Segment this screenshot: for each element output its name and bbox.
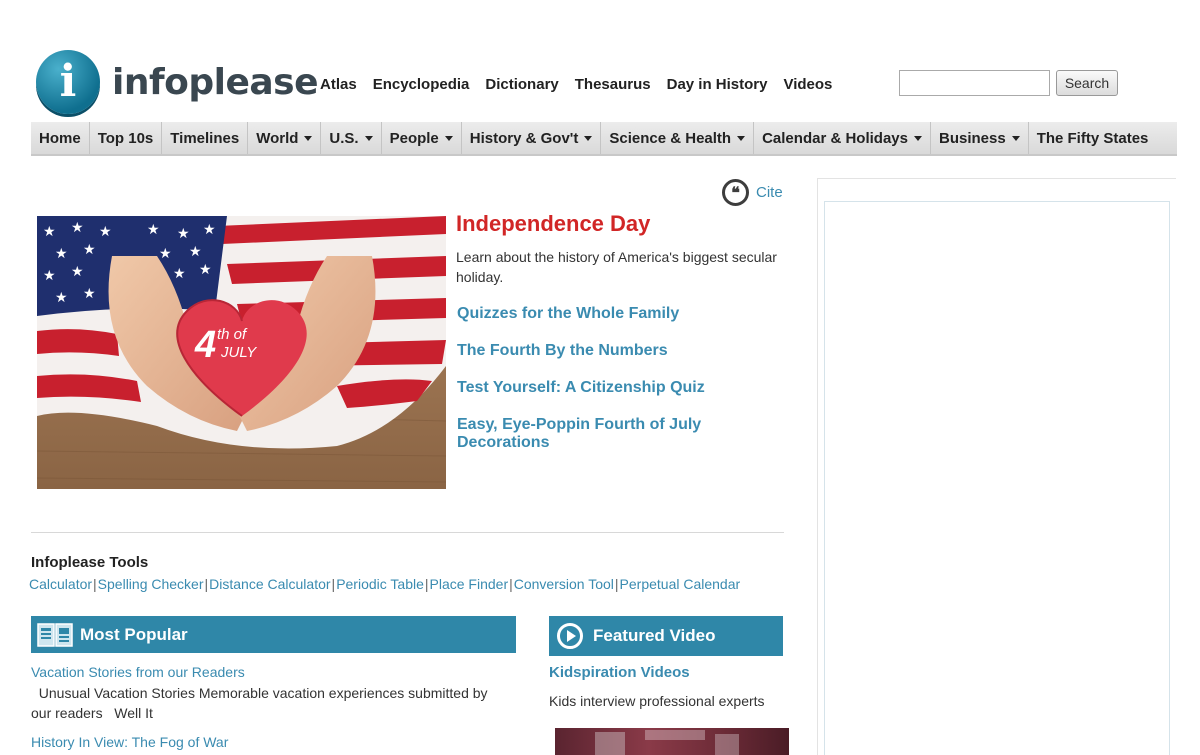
- video-title-link[interactable]: Kidspiration Videos: [549, 664, 690, 681]
- feature-link-decorations[interactable]: Easy, Eye-Poppin Fourth of July Decorati…: [457, 416, 727, 452]
- cite-button[interactable]: ❝ Cite: [722, 179, 783, 206]
- main-nav: Home Top 10s Timelines World U.S. People…: [31, 122, 1177, 156]
- svg-text:★: ★: [189, 244, 202, 260]
- tools-links: Calculator | Spelling Checker | Distance C…: [29, 576, 741, 592]
- caret-down-icon: [364, 135, 373, 141]
- nav-calendar-holidays[interactable]: Calendar & Holidays: [754, 122, 931, 154]
- caret-down-icon: [304, 135, 313, 141]
- svg-text:★: ★: [71, 220, 84, 236]
- tool-perpetual-calendar[interactable]: Perpetual Calendar: [620, 576, 741, 592]
- svg-text:★: ★: [177, 226, 190, 242]
- cite-label: Cite: [756, 184, 783, 201]
- nav-home[interactable]: Home: [31, 122, 90, 154]
- popular-description: Unusual Vacation Stories Memorable vacat…: [31, 685, 492, 721]
- nav-world[interactable]: World: [248, 122, 322, 154]
- nav-science-health[interactable]: Science & Health: [601, 122, 755, 154]
- tool-conversion-tool[interactable]: Conversion Tool: [514, 576, 614, 592]
- brand-name: infoplease: [112, 61, 319, 103]
- tool-place-finder[interactable]: Place Finder: [430, 576, 509, 592]
- most-popular-header: Most Popular: [31, 616, 516, 653]
- quote-icon: ❝: [722, 179, 749, 206]
- infoplease-logo[interactable]: i infoplease: [36, 50, 319, 114]
- tool-spelling-checker[interactable]: Spelling Checker: [98, 576, 204, 592]
- search-input[interactable]: [899, 70, 1050, 96]
- tool-calculator[interactable]: Calculator: [29, 576, 92, 592]
- play-circle-icon: [557, 623, 583, 649]
- sidebar-ad-slot: [824, 201, 1170, 755]
- feature-description: Learn about the history of America's big…: [456, 249, 777, 285]
- nav-us[interactable]: U.S.: [321, 122, 382, 154]
- topnav-day-in-history[interactable]: Day in History: [667, 76, 768, 93]
- topnav-videos[interactable]: Videos: [783, 76, 832, 93]
- svg-text:★: ★: [71, 264, 84, 280]
- svg-text:★: ★: [55, 246, 68, 262]
- svg-text:★: ★: [99, 224, 112, 240]
- featured-video-title: Featured Video: [593, 626, 716, 645]
- independence-day-image[interactable]: ★ ★ ★ ★ ★ ★ ★ ★ ★ ★ ★ ★ ★ ★ ★ ★ 4 th of JULY: [37, 216, 446, 489]
- popular-link-vacation-stories[interactable]: Vacation Stories from our Readers: [31, 664, 245, 680]
- top-nav: Atlas Encyclopedia Dictionary Thesaurus …: [320, 76, 832, 93]
- svg-text:★: ★: [83, 242, 96, 258]
- caret-down-icon: [584, 135, 593, 141]
- video-description: Kids interview professional experts: [549, 693, 765, 709]
- caret-down-icon: [444, 135, 453, 141]
- svg-text:★: ★: [173, 266, 186, 282]
- video-thumbnail[interactable]: [555, 728, 789, 755]
- svg-text:★: ★: [199, 262, 212, 278]
- tools-title: Infoplease Tools: [31, 554, 149, 571]
- feature-link-citizenship-quiz[interactable]: Test Yourself: A Citizenship Quiz: [457, 379, 705, 397]
- svg-text:★: ★: [159, 246, 172, 262]
- svg-text:★: ★: [55, 290, 68, 306]
- most-popular-title: Most Popular: [80, 624, 188, 644]
- caret-down-icon: [737, 135, 746, 141]
- featured-video-header: Featured Video: [549, 616, 783, 656]
- nav-people[interactable]: People: [382, 122, 462, 154]
- topnav-thesaurus[interactable]: Thesaurus: [575, 76, 651, 93]
- topnav-atlas[interactable]: Atlas: [320, 76, 357, 93]
- nav-history-gov[interactable]: History & Gov't: [462, 122, 602, 154]
- caret-down-icon: [913, 135, 922, 141]
- feature-link-quizzes[interactable]: Quizzes for the Whole Family: [457, 305, 679, 323]
- nav-fifty-states[interactable]: The Fifty States: [1029, 122, 1157, 154]
- svg-text:★: ★: [43, 268, 56, 284]
- tool-distance-calculator[interactable]: Distance Calculator: [209, 576, 330, 592]
- svg-text:★: ★: [203, 222, 216, 238]
- popular-link-fog-of-war[interactable]: History In View: The Fog of War: [31, 734, 228, 750]
- topnav-dictionary[interactable]: Dictionary: [485, 76, 558, 93]
- search-button[interactable]: Search: [1056, 70, 1118, 96]
- video-thumbnail-art: [595, 730, 739, 755]
- caret-down-icon: [1011, 135, 1020, 141]
- feature-link-numbers[interactable]: The Fourth By the Numbers: [457, 342, 668, 360]
- feature-title[interactable]: Independence Day: [456, 211, 650, 237]
- flag-heart-illustration: ★ ★ ★ ★ ★ ★ ★ ★ ★ ★ ★ ★ ★ ★ ★ ★: [37, 216, 446, 489]
- nav-business[interactable]: Business: [931, 122, 1029, 154]
- info-i-icon: i: [36, 50, 100, 114]
- nav-top-10s[interactable]: Top 10s: [90, 122, 163, 154]
- svg-text:★: ★: [83, 286, 96, 302]
- newspaper-icon: [37, 622, 73, 647]
- section-divider: [31, 532, 784, 533]
- tool-periodic-table[interactable]: Periodic Table: [336, 576, 424, 592]
- svg-text:★: ★: [147, 222, 160, 238]
- nav-timelines[interactable]: Timelines: [162, 122, 249, 154]
- svg-text:★: ★: [43, 224, 56, 240]
- topnav-encyclopedia[interactable]: Encyclopedia: [373, 76, 470, 93]
